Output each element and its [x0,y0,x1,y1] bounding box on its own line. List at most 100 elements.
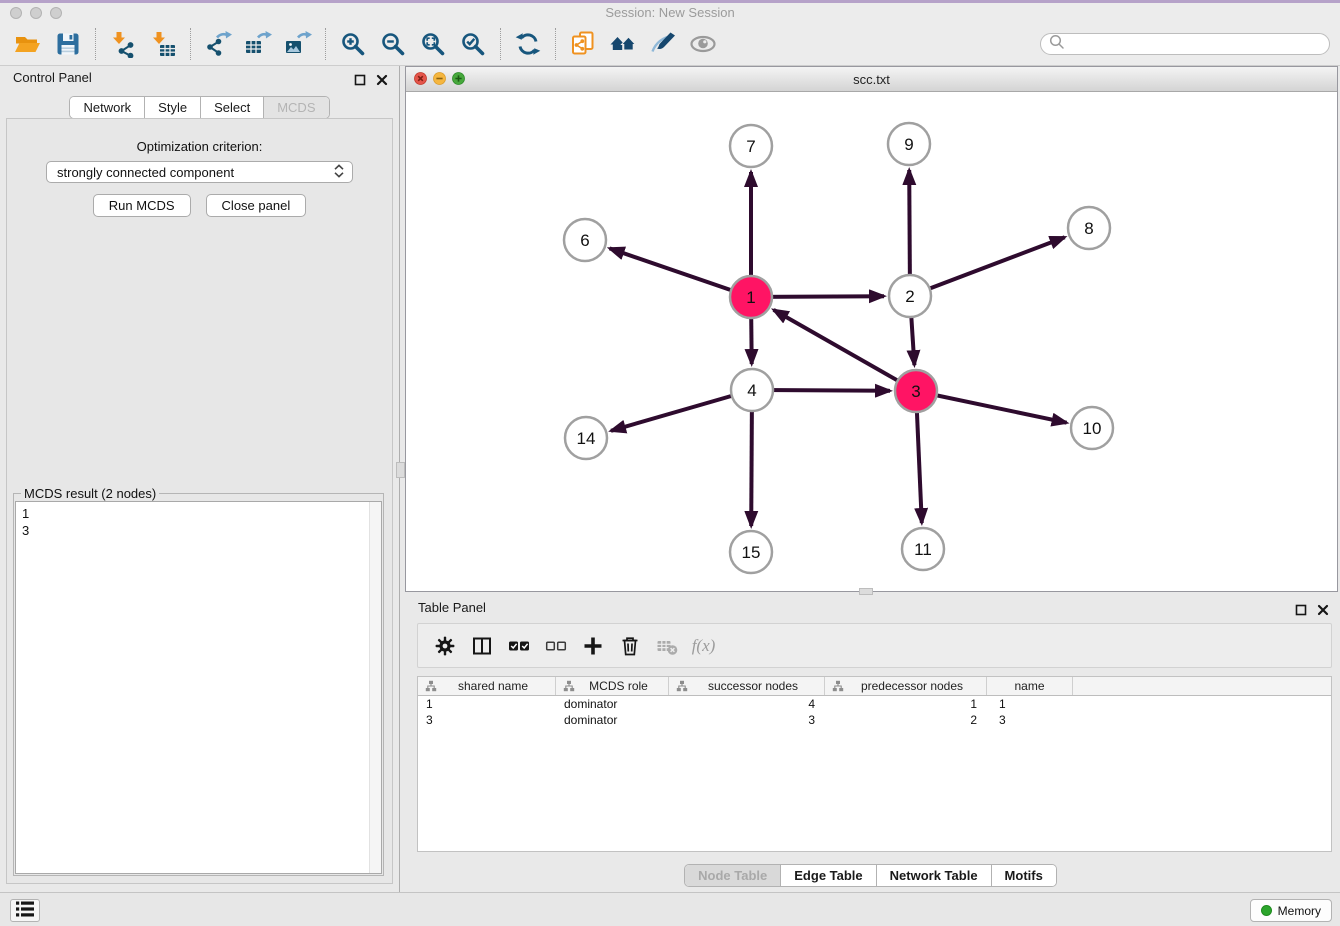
memory-button[interactable]: Memory [1250,899,1332,922]
close-panel-button[interactable]: Close panel [206,194,307,217]
columns-button[interactable] [463,627,500,665]
export-table-button[interactable] [238,25,278,63]
select-all-button[interactable] [500,627,537,665]
network-window-titlebar[interactable]: scc.txt [406,67,1337,92]
table-cell[interactable]: 1 [825,697,987,711]
clone-network-button[interactable] [563,25,603,63]
float-table-panel-icon[interactable] [1294,603,1308,617]
graph-edge-1-6[interactable] [610,248,751,297]
close-window-button[interactable] [10,7,22,19]
network-zoom-icon[interactable] [452,72,465,85]
network-close-icon[interactable] [414,72,427,85]
open-folder-button[interactable] [8,25,48,63]
vertical-splitter-handle[interactable] [396,462,405,478]
window-titlebar: Session: New Session [0,3,1340,22]
graph-node-3[interactable]: 3 [895,370,937,412]
search-input[interactable] [1066,35,1329,53]
graph-node-6[interactable]: 6 [564,219,606,261]
table-cell[interactable]: 4 [669,697,825,711]
svg-text:1: 1 [746,288,755,307]
graph-node-7[interactable]: 7 [730,125,772,167]
export-network-button[interactable] [198,25,238,63]
close-table-panel-icon[interactable] [1316,603,1330,617]
table-cell[interactable]: 3 [987,713,1073,727]
minimize-window-button[interactable] [30,7,42,19]
result-scrollbar[interactable] [369,502,381,873]
network-canvas[interactable]: 7 9 6 8 1 2 4 3 14 10 15 11 [406,92,1337,591]
delete-row-button[interactable] [611,627,648,665]
save-button[interactable] [48,25,88,63]
optimization-criterion-dropdown[interactable]: strongly connected component [46,161,353,183]
column-type-icon [425,680,437,692]
graph-node-9[interactable]: 9 [888,123,930,165]
graph-edge-3-10[interactable] [916,391,1067,423]
tab-node-table[interactable]: Node Table [685,865,781,886]
eye-button[interactable] [683,25,723,63]
svg-text:14: 14 [577,429,596,448]
float-panel-icon[interactable] [353,73,367,87]
home-button[interactable] [603,25,643,63]
import-network-button[interactable] [103,25,143,63]
graph-node-14[interactable]: 14 [565,417,607,459]
refresh-button[interactable] [508,25,548,63]
graph-edge-2-8[interactable] [910,237,1065,296]
export-image-button[interactable] [278,25,318,63]
zoom-selected-button[interactable] [453,25,493,63]
gear-button[interactable] [426,627,463,665]
close-panel-icon[interactable] [375,73,389,87]
column-header-name[interactable]: name [987,677,1073,695]
table-cell[interactable]: 1 [987,697,1073,711]
table-cell[interactable]: 1 [418,697,556,711]
column-header-shared-name[interactable]: shared name [418,677,556,695]
mcds-result-textarea[interactable]: 1 3 [15,501,382,874]
horizontal-splitter-handle[interactable] [859,588,873,595]
tab-select[interactable]: Select [201,97,264,118]
style-brush-button[interactable] [643,25,683,63]
graph-edge-3-1[interactable] [774,310,916,391]
graph-node-4[interactable]: 4 [731,369,773,411]
column-header-predecessor-nodes[interactable]: predecessor nodes [825,677,987,695]
maximize-window-button[interactable] [50,7,62,19]
graph-node-10[interactable]: 10 [1071,407,1113,449]
main-toolbar-icons [8,25,723,63]
column-header-successor-nodes[interactable]: successor nodes [669,677,825,695]
tab-network[interactable]: Network [70,97,145,118]
run-mcds-button[interactable]: Run MCDS [93,194,191,217]
function-button[interactable]: f(x) [685,627,722,665]
table-cell[interactable]: dominator [556,697,669,711]
table-body: 1dominator4113dominator323 [418,696,1331,728]
task-history-button[interactable] [10,899,40,922]
network-minimize-icon[interactable] [433,72,446,85]
graph-node-2[interactable]: 2 [889,275,931,317]
search-box[interactable] [1040,33,1330,55]
table-cell[interactable]: 2 [825,713,987,727]
table-cell[interactable]: dominator [556,713,669,727]
table-cell[interactable]: 3 [669,713,825,727]
zoom-in-button[interactable] [333,25,373,63]
delete-table-button[interactable] [648,627,685,665]
graph-node-1[interactable]: 1 [730,276,772,318]
zoom-in-icon [339,30,367,58]
tab-motifs[interactable]: Motifs [992,865,1056,886]
status-bar: Memory [0,892,1340,926]
window-traffic-lights [10,7,62,19]
tab-network-table[interactable]: Network Table [877,865,992,886]
tab-style[interactable]: Style [145,97,201,118]
import-table-button[interactable] [143,25,183,63]
table-row[interactable]: 1dominator411 [418,696,1331,712]
graph-node-11[interactable]: 11 [902,528,944,570]
graph-node-8[interactable]: 8 [1068,207,1110,249]
zoom-fit-button[interactable] [413,25,453,63]
column-header-MCDS-role[interactable]: MCDS role [556,677,669,695]
tab-mcds[interactable]: MCDS [264,97,328,118]
zoom-out-button[interactable] [373,25,413,63]
table-cell[interactable]: 3 [418,713,556,727]
tab-edge-table[interactable]: Edge Table [781,865,876,886]
toolbar-separator [500,28,501,60]
deselect-all-button[interactable] [537,627,574,665]
columns-icon [471,635,493,657]
table-row[interactable]: 3dominator323 [418,712,1331,728]
graph-node-15[interactable]: 15 [730,531,772,573]
add-row-button[interactable] [574,627,611,665]
column-type-icon [563,680,575,692]
